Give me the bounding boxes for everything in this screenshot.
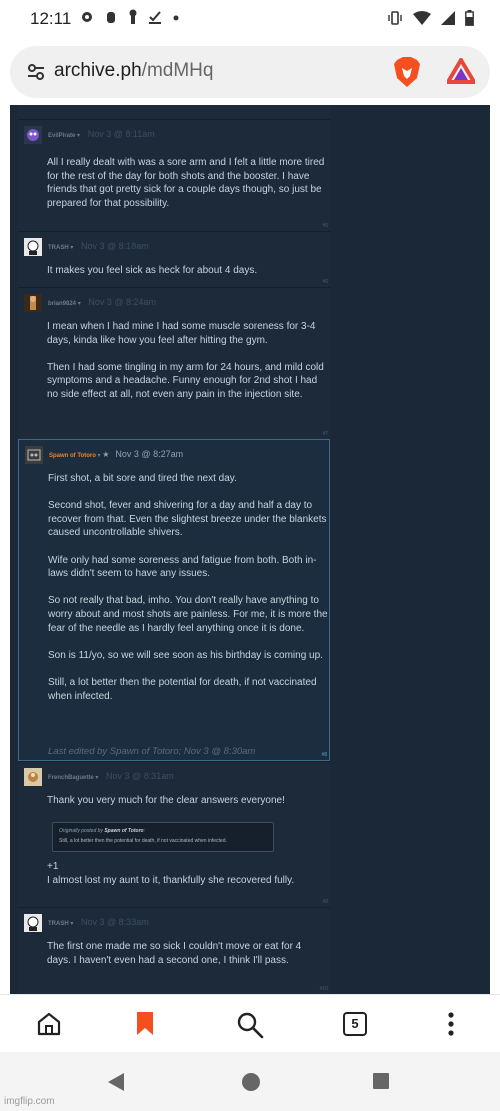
vibrate-icon <box>388 11 402 25</box>
comment-body: I mean when I had mine I had some muscle… <box>47 320 327 402</box>
author-line: FrenchBaguette ▾ Nov 3 @ 8:31am <box>48 771 174 781</box>
comment: EvilPirate ▾ Nov 3 @ 8:11am All I really… <box>18 119 330 231</box>
more-menu-icon[interactable] <box>448 1011 454 1037</box>
quote-block: Originally posted by Spawn of Totoro: St… <box>52 822 274 852</box>
site-settings-icon[interactable] <box>26 62 46 82</box>
comment-body: Thank you very much for the clear answer… <box>47 794 327 808</box>
message-number[interactable]: #9 <box>322 899 328 905</box>
comment-text: So not really that bad, imho. You don't … <box>48 595 328 634</box>
quote-text: Still, a lot better then the potential f… <box>59 838 227 844</box>
author-line: Spawn of Totoro ▾ ★ Nov 3 @ 8:27am <box>49 449 184 459</box>
comment-body: It makes you feel sick as heck for about… <box>47 264 327 278</box>
back-icon[interactable] <box>106 1072 126 1092</box>
author-name[interactable]: FrenchBaguette <box>48 775 94 781</box>
brave-shields-icon[interactable] <box>393 56 421 88</box>
post-date: Nov 3 @ 8:33am <box>81 917 149 927</box>
download-check-icon <box>149 11 161 24</box>
browser-toolbar: 5 <box>0 994 500 1052</box>
brave-rewards-icon[interactable] <box>447 58 475 84</box>
home-nav-icon[interactable] <box>241 1072 261 1092</box>
url-domain: archive.ph <box>54 60 142 81</box>
author-line: brian9824 ▾ Nov 3 @ 8:24am <box>48 297 157 307</box>
author-name[interactable]: brian9824 <box>48 301 76 307</box>
home-icon[interactable] <box>36 1011 62 1037</box>
search-icon[interactable] <box>236 1011 264 1039</box>
avatar <box>25 446 43 464</box>
author-name[interactable]: TRASH <box>48 921 69 927</box>
edited-note: Last edited by Spawn of Totoro; Nov 3 @ … <box>48 746 256 757</box>
battery-icon <box>465 10 474 26</box>
hand-icon <box>107 12 115 23</box>
avatar <box>24 238 42 256</box>
post-date: Nov 3 @ 8:31am <box>106 771 174 781</box>
bookmark-icon[interactable] <box>135 1011 155 1037</box>
comment: TRASH ▾ Nov 3 @ 8:18am It makes you feel… <box>18 231 330 287</box>
address-bar[interactable]: archive.ph/mdMHq <box>10 46 490 98</box>
previous-comment-edge <box>18 105 330 119</box>
message-number[interactable]: #8 <box>321 752 327 758</box>
author-line: TRASH ▾ Nov 3 @ 8:33am <box>48 917 149 927</box>
comment-body: All I really dealt with was a sore arm a… <box>47 156 327 210</box>
system-navigation-bar: imgflip.com <box>0 1052 500 1111</box>
post-date: Nov 3 @ 8:27am <box>115 449 184 459</box>
comment: FrenchBaguette ▾ Nov 3 @ 8:31am Thank yo… <box>18 761 330 907</box>
keyhole-icon <box>129 9 137 24</box>
avatar <box>24 294 42 312</box>
comment-text: First shot, a bit sore and tired the nex… <box>48 473 237 484</box>
comment-text: Second shot, fever and shivering for a d… <box>48 500 327 539</box>
quote-prefix: Originally posted by <box>59 828 103 834</box>
tab-switcher-button[interactable]: 5 <box>343 1012 367 1036</box>
author-line: TRASH ▾ Nov 3 @ 8:18am <box>48 241 149 251</box>
author-name[interactable]: Spawn of Totoro <box>49 453 96 459</box>
comment-body: The first one made me so sick I couldn't… <box>47 940 327 967</box>
wifi-icon <box>413 11 431 25</box>
comment-body-after-quote: +1 I almost lost my aunt to it, thankful… <box>47 860 327 887</box>
watermark: imgflip.com <box>4 1096 55 1107</box>
comment: TRASH ▾ Nov 3 @ 8:33am The first one mad… <box>18 907 330 994</box>
status-bar: 12:11 <box>0 0 500 38</box>
author-name[interactable]: TRASH <box>48 245 69 251</box>
notification-icons <box>80 9 180 25</box>
comment-text: All I really dealt with was a sore arm a… <box>47 157 325 209</box>
star-icon: ★ <box>102 450 110 459</box>
post-date: Nov 3 @ 8:24am <box>88 297 157 307</box>
message-number[interactable]: #5 <box>322 223 328 229</box>
url-path: /mdMHq <box>141 60 214 81</box>
comment: brian9824 ▾ Nov 3 @ 8:24am I mean when I… <box>18 287 330 439</box>
comment-text: +1 <box>47 861 59 872</box>
signal-icon <box>441 11 455 25</box>
quote-author[interactable]: Spawn of Totoro <box>104 828 143 834</box>
comment-body: First shot, a bit sore and tired the nex… <box>48 472 328 703</box>
web-content[interactable]: EvilPirate ▾ Nov 3 @ 8:11am All I really… <box>0 105 500 994</box>
post-date: Nov 3 @ 8:11am <box>87 129 155 139</box>
comment-text: Son is 11/yo, so we will see soon as his… <box>48 649 323 661</box>
author-name[interactable]: EvilPirate <box>48 133 75 139</box>
message-number[interactable]: #6 <box>322 279 328 285</box>
comment-text: It makes you feel sick as heck for about… <box>47 265 258 276</box>
comment-text: Still, a lot better then the potential f… <box>48 676 317 702</box>
message-number[interactable]: #10 <box>320 986 328 992</box>
status-time: 12:11 <box>30 9 72 28</box>
gear-icon <box>82 12 92 22</box>
comment-text: Thank you very much for the clear answer… <box>47 795 285 806</box>
avatar <box>24 914 42 932</box>
quote-header: Originally posted by Spawn of Totoro: <box>59 828 145 834</box>
recents-icon[interactable] <box>372 1072 390 1090</box>
post-date: Nov 3 @ 8:18am <box>81 241 149 251</box>
comment-text: Then I had some tingling in my arm for 2… <box>47 361 324 400</box>
url-text[interactable]: archive.ph/mdMHq <box>54 60 213 82</box>
dot-icon <box>173 15 179 21</box>
system-icons <box>387 10 474 26</box>
comment-text: I almost lost my aunt to it, thankfully … <box>47 874 295 886</box>
author-line: EvilPirate ▾ Nov 3 @ 8:11am <box>48 129 155 139</box>
comment-text: I mean when I had mine I had some muscle… <box>47 321 316 346</box>
comment-highlighted: Spawn of Totoro ▾ ★ Nov 3 @ 8:27am First … <box>18 439 330 761</box>
message-number[interactable]: #7 <box>322 431 328 437</box>
comment-text: Wife only had some soreness and fatigue … <box>48 554 317 580</box>
comment-text: The first one made me so sick I couldn't… <box>47 941 302 966</box>
bookmark-shape <box>137 1012 153 1035</box>
avatar <box>24 126 42 144</box>
avatar <box>24 768 42 786</box>
